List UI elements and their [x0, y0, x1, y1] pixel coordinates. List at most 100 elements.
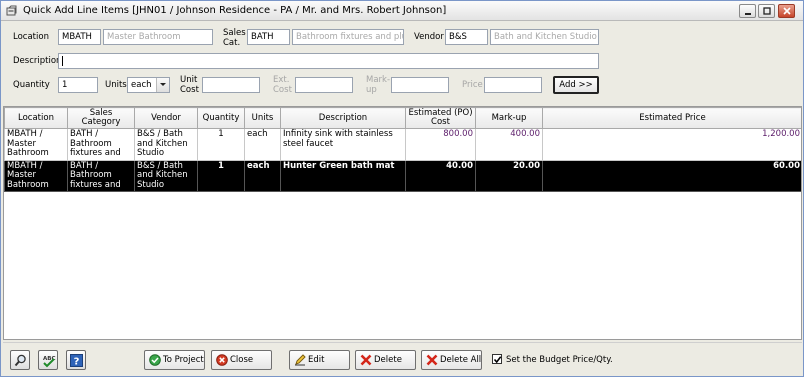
budget-checkbox[interactable] [492, 354, 502, 364]
cell-cost: 40.00 [405, 159, 476, 192]
close-button[interactable]: Close [211, 350, 272, 370]
search-button[interactable] [10, 350, 30, 370]
window-close-button[interactable] [778, 4, 795, 18]
cell-category: BATH / Bathroom fixtures and [67, 159, 135, 192]
table-header-row: Location Sales Category Vendor Quantity … [4, 107, 801, 129]
column-header[interactable]: Estimated Price [542, 107, 801, 129]
maximize-icon [763, 7, 771, 15]
cell-quantity: 1 [197, 128, 245, 161]
table-row-selected[interactable]: MBATH / Master Bathroom BATH / Bathroom … [4, 159, 801, 192]
close-icon [783, 7, 791, 15]
column-header[interactable]: Vendor [134, 107, 198, 129]
extcost-label-line2: Cost [273, 85, 292, 95]
units-select[interactable]: each [127, 77, 170, 93]
line-items-table: Location Sales Category Vendor Quantity … [4, 107, 801, 192]
edit-button[interactable]: Edit [289, 350, 350, 370]
markup-label-line1: Mark- [366, 75, 391, 85]
chevron-down-icon [160, 83, 166, 86]
unitcost-label-line2: Cost [180, 85, 199, 95]
add-button[interactable]: Add >> [553, 76, 599, 94]
unitcost-label-line1: Unit [180, 75, 198, 85]
window-title: Quick Add Line Items [JHN01 / Johnson Re… [23, 5, 447, 16]
location-label: Location [13, 32, 49, 42]
salescat-name-input[interactable]: Bathroom fixtures and plumbir [292, 29, 404, 45]
help-button[interactable]: ? [66, 350, 86, 370]
quantity-input[interactable]: 1 [58, 77, 98, 93]
pencil-icon [295, 354, 306, 366]
budget-checkbox-label[interactable]: Set the Budget Price/Qty. [506, 355, 613, 365]
red-x-icon [360, 354, 372, 366]
app-icon [6, 5, 17, 16]
dropdown-button[interactable] [156, 78, 169, 92]
to-project-label: To Project [163, 355, 204, 365]
cell-description: Infinity sink with stainless steel fauce… [280, 128, 406, 161]
units-label: Units [105, 80, 127, 90]
red-x-icon [426, 354, 438, 366]
location-code-input[interactable]: MBATH [58, 29, 101, 45]
column-header[interactable]: Location [4, 107, 68, 129]
close-circle-icon [216, 354, 228, 366]
title-bar[interactable]: Quick Add Line Items [JHN01 / Johnson Re… [1, 1, 803, 21]
unitcost-input[interactable] [202, 77, 260, 93]
close-label: Close [230, 355, 254, 365]
salescat-label-line1: Sales [223, 28, 246, 38]
column-header[interactable]: Quantity [197, 107, 245, 129]
cell-location: MBATH / Master Bathroom [4, 128, 68, 161]
checkmark-icon [493, 356, 502, 364]
cell-units: each [244, 159, 281, 192]
cell-units: each [244, 128, 281, 161]
minimize-icon [745, 13, 751, 15]
column-header[interactable]: Description [280, 107, 406, 129]
description-label: Description [13, 56, 62, 66]
edit-label: Edit [308, 355, 325, 365]
cell-price: 1,200.00 [542, 128, 801, 161]
column-header[interactable]: Sales Category [67, 107, 135, 129]
cell-vendor: B&S / Bath and Kitchen Studio [134, 128, 198, 161]
vendor-label: Vendor [414, 32, 444, 42]
magnifier-icon [14, 354, 26, 367]
cell-category: BATH / Bathroom fixtures and [67, 128, 135, 161]
delete-label: Delete [374, 355, 402, 365]
text-cursor [62, 56, 63, 66]
table-row[interactable]: MBATH / Master Bathroom BATH / Bathroom … [4, 128, 801, 161]
column-header[interactable]: Units [244, 107, 281, 129]
help-icon: ? [70, 354, 83, 367]
salescat-code-input[interactable]: BATH [247, 29, 290, 45]
cell-markup: 20.00 [475, 159, 543, 192]
spellcheck-button[interactable]: ABC [38, 350, 58, 370]
quantity-label: Quantity [13, 80, 50, 90]
minimize-button[interactable] [739, 4, 756, 18]
cell-description: Hunter Green bath mat [280, 159, 406, 192]
units-value: each [131, 80, 152, 90]
delete-all-button[interactable]: Delete All [421, 350, 482, 370]
cell-quantity: 1 [197, 159, 245, 192]
footer-divider [3, 342, 802, 343]
check-circle-icon [149, 354, 161, 366]
salescat-label-line2: Cat. [223, 38, 241, 48]
markup-input[interactable] [391, 77, 449, 93]
description-input[interactable] [58, 53, 599, 69]
cell-price: 60.00 [542, 159, 801, 192]
extcost-label-line1: Ext. [273, 75, 290, 85]
cell-markup: 400.00 [475, 128, 543, 161]
column-header[interactable]: Estimated (PO) Cost [405, 107, 476, 129]
price-input[interactable] [484, 77, 542, 93]
quick-add-window: Quick Add Line Items [JHN01 / Johnson Re… [0, 0, 804, 377]
spellcheck-icon: ABC [43, 356, 56, 368]
delete-all-label: Delete All [440, 355, 482, 365]
maximize-button[interactable] [758, 4, 775, 18]
price-label: Price [462, 80, 483, 90]
vendor-code-input[interactable]: B&S [445, 29, 488, 45]
cell-vendor: B&S / Bath and Kitchen Studio [134, 159, 198, 192]
cell-location: MBATH / Master Bathroom [4, 159, 68, 192]
location-name-input[interactable]: Master Bathroom [103, 29, 213, 45]
delete-button[interactable]: Delete [355, 350, 416, 370]
line-items-grid[interactable]: Location Sales Category Vendor Quantity … [3, 106, 802, 340]
vendor-name-input[interactable]: Bath and Kitchen Studio [490, 29, 599, 45]
markup-label-line2: up [366, 85, 377, 95]
extcost-input[interactable] [295, 77, 353, 93]
column-header[interactable]: Mark-up [475, 107, 543, 129]
cell-cost: 800.00 [405, 128, 476, 161]
to-project-button[interactable]: To Project [144, 350, 205, 370]
svg-text:?: ? [74, 357, 80, 368]
